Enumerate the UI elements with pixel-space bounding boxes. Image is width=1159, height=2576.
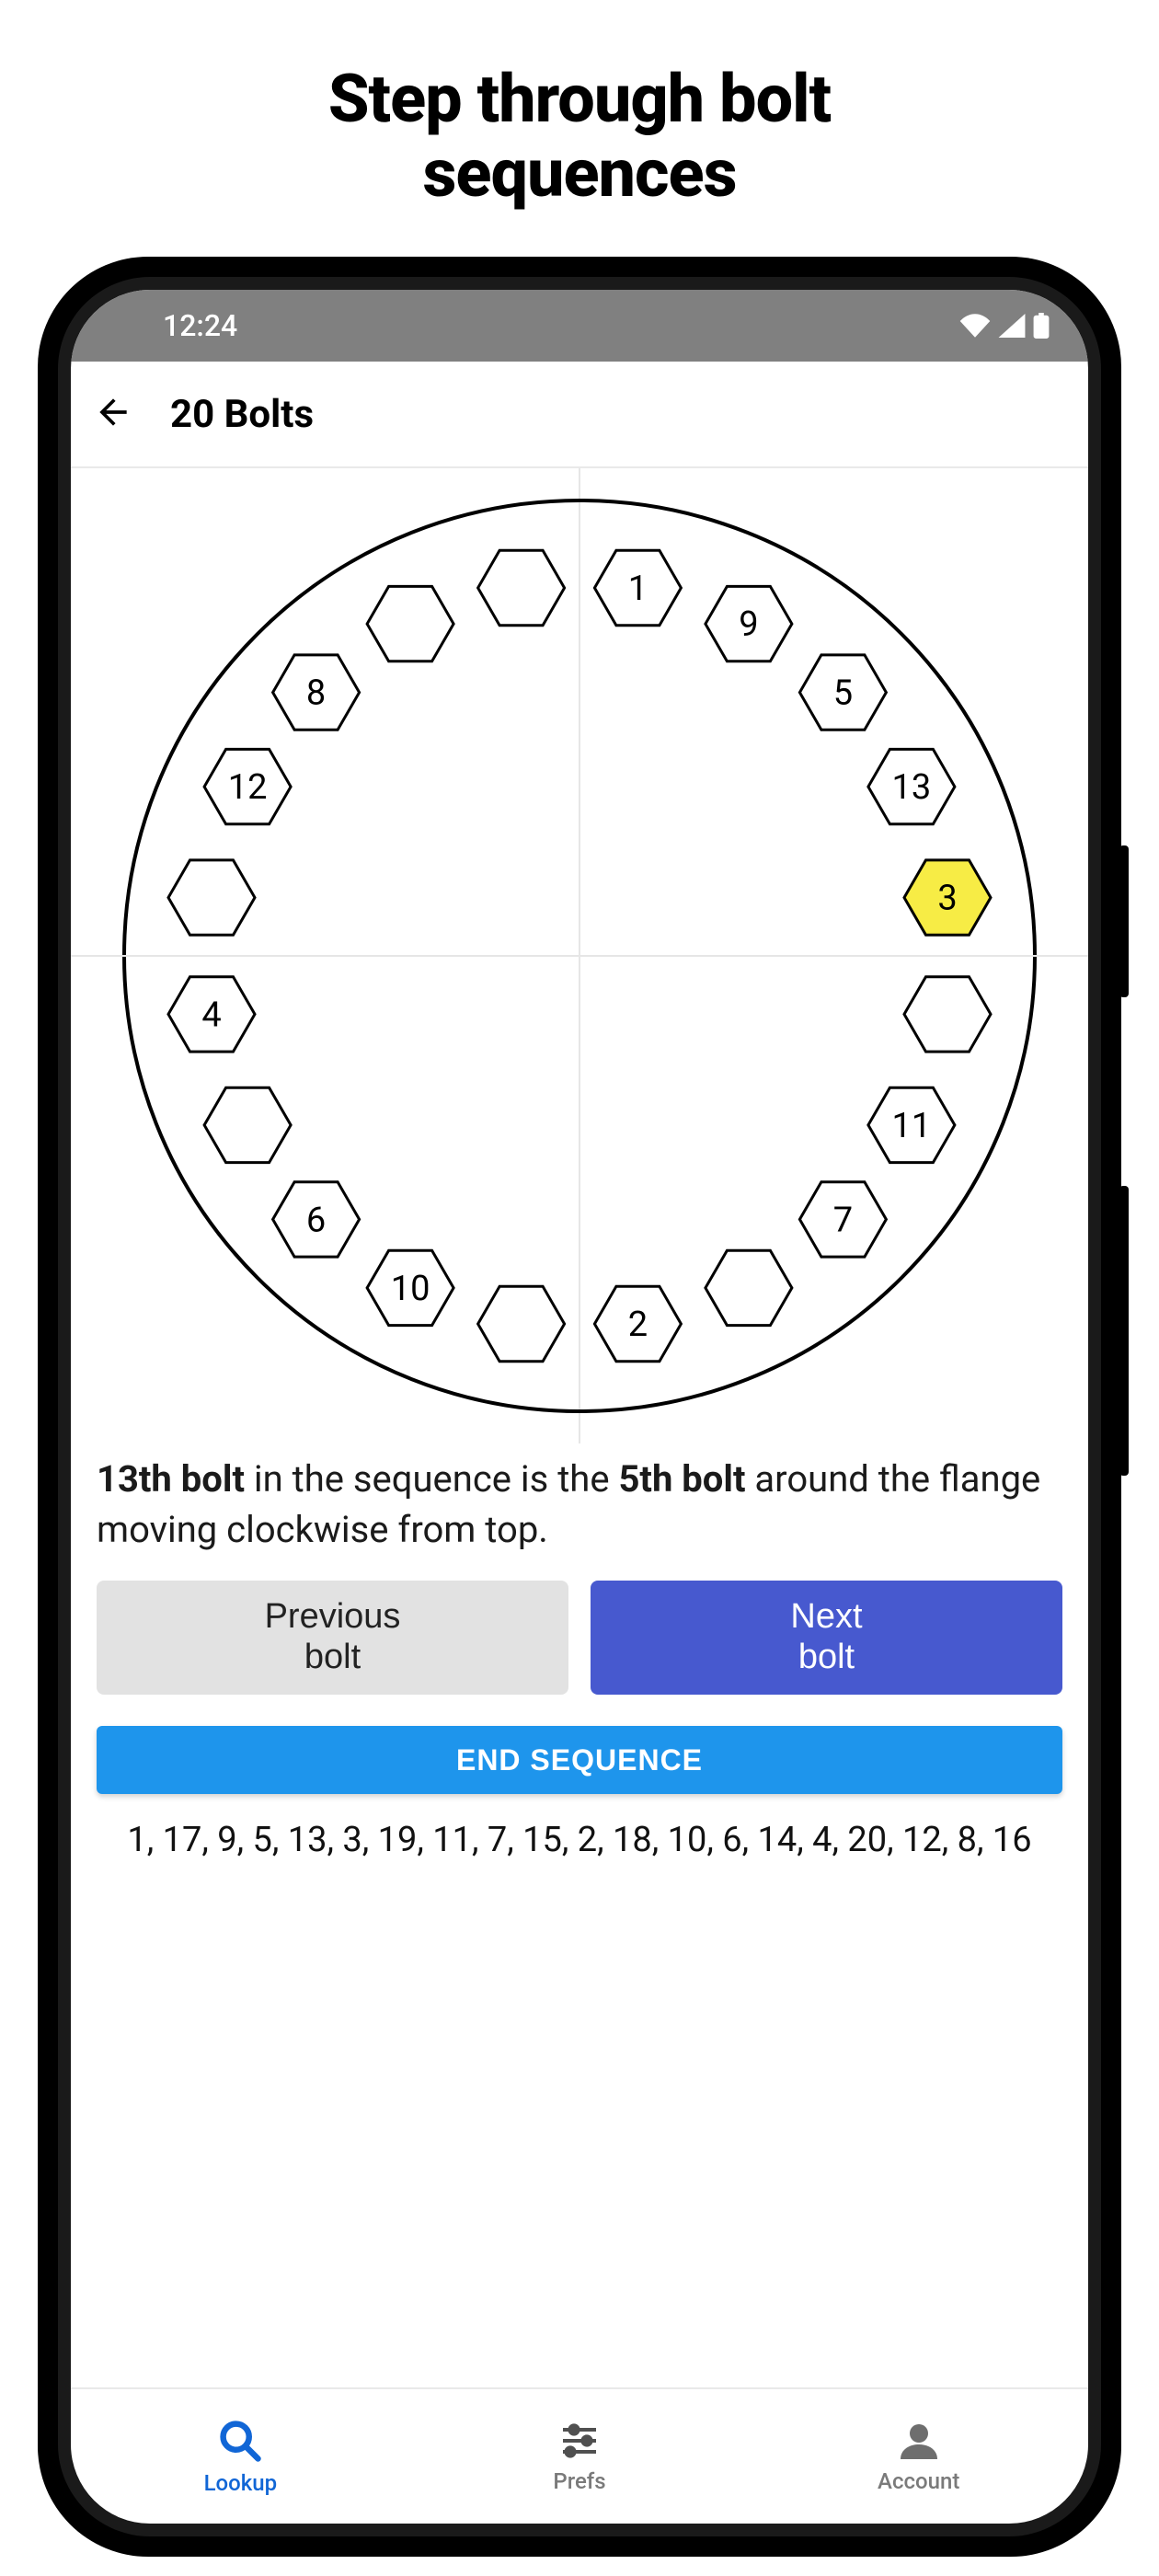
status-icons — [959, 313, 1050, 339]
bolt-label-pos-5: 3 — [937, 879, 957, 919]
bolt-label-pos-17: 12 — [228, 767, 268, 808]
bolt-label-pos-18: 8 — [306, 673, 326, 714]
app-bar: 20 Bolts — [71, 362, 1088, 468]
nav-label-account: Account — [878, 2468, 959, 2494]
flange-diagram: 1 9 5 13 3 11 7 2 10 6 4 12 8 — [71, 468, 1088, 1443]
nav-item-prefs[interactable]: Prefs — [410, 2389, 750, 2524]
bolt-label-pos-15: 4 — [201, 995, 221, 1036]
search-icon — [216, 2417, 264, 2465]
bolt-label-pos-8: 7 — [833, 1201, 853, 1241]
wifi-icon — [959, 314, 991, 338]
nav-label-lookup: Lookup — [204, 2470, 278, 2496]
signal-icon — [998, 314, 1026, 338]
status-bar: 12:24 — [71, 290, 1088, 362]
end-sequence-label: END SEQUENCE — [456, 1743, 703, 1777]
previous-bolt-button[interactable]: Previous bolt — [97, 1581, 568, 1695]
status-time: 12:24 — [163, 308, 237, 343]
flange-svg: 1 9 5 13 3 11 7 2 10 6 4 12 8 — [110, 487, 1049, 1425]
info-text-1: in the sequence is the — [245, 1457, 618, 1501]
bottom-nav: Lookup Prefs Account — [71, 2387, 1088, 2524]
info-bold-step: 13th bolt — [97, 1457, 245, 1501]
back-button[interactable] — [93, 392, 133, 436]
user-icon — [897, 2419, 941, 2463]
arrow-left-icon — [93, 392, 133, 432]
phone-mockup: 12:24 20 Bolts — [38, 257, 1121, 2557]
bolt-label-pos-1: 1 — [628, 569, 648, 609]
full-sequence-text: 1, 17, 9, 5, 13, 3, 19, 11, 7, 15, 2, 18… — [71, 1794, 1088, 1864]
bolt-label-pos-3: 5 — [833, 673, 853, 714]
end-sequence-button[interactable]: END SEQUENCE — [97, 1726, 1062, 1794]
hero-line1: Step through bolt — [328, 60, 831, 138]
bolt-label-pos-10: 2 — [628, 1305, 648, 1345]
sequence-info: 13th bolt in the sequence is the 5th bol… — [71, 1443, 1088, 1555]
battery-icon — [1033, 313, 1050, 339]
nav-item-lookup[interactable]: Lookup — [71, 2389, 410, 2524]
bolt-label-pos-12: 10 — [391, 1269, 430, 1309]
bolt-hex-pos-11[interactable] — [478, 1287, 565, 1362]
bolt-label-pos-7: 11 — [892, 1106, 932, 1146]
page-title: 20 Bolts — [170, 392, 314, 437]
bolt-hex-pos-19[interactable] — [367, 587, 453, 661]
bolt-label-pos-4: 13 — [892, 767, 932, 808]
sliders-icon — [557, 2419, 602, 2463]
bolt-hex-pos-9[interactable] — [706, 1250, 792, 1325]
nav-label-prefs: Prefs — [553, 2468, 605, 2494]
bolt-hex-pos-16[interactable] — [168, 860, 255, 935]
next-bolt-button[interactable]: Next bolt — [591, 1581, 1062, 1695]
bolt-label-pos-2: 9 — [739, 604, 758, 645]
hero-title: Step through bolt sequences — [328, 63, 831, 211]
next-bolt-label: Next bolt — [790, 1597, 862, 1677]
bolt-hex-pos-6[interactable] — [904, 977, 991, 1052]
nav-buttons-row: Previous bolt Next bolt — [71, 1555, 1088, 1695]
info-bold-pos: 5th bolt — [618, 1457, 745, 1501]
hero-line2: sequences — [422, 134, 736, 213]
phone-screen: 12:24 20 Bolts — [71, 290, 1088, 2524]
previous-bolt-label: Previous bolt — [265, 1597, 401, 1677]
bolt-label-pos-13: 6 — [306, 1201, 326, 1241]
bolt-hex-pos-14[interactable] — [204, 1087, 291, 1162]
bolt-hex-pos-20[interactable] — [478, 551, 565, 626]
nav-item-account[interactable]: Account — [749, 2389, 1088, 2524]
